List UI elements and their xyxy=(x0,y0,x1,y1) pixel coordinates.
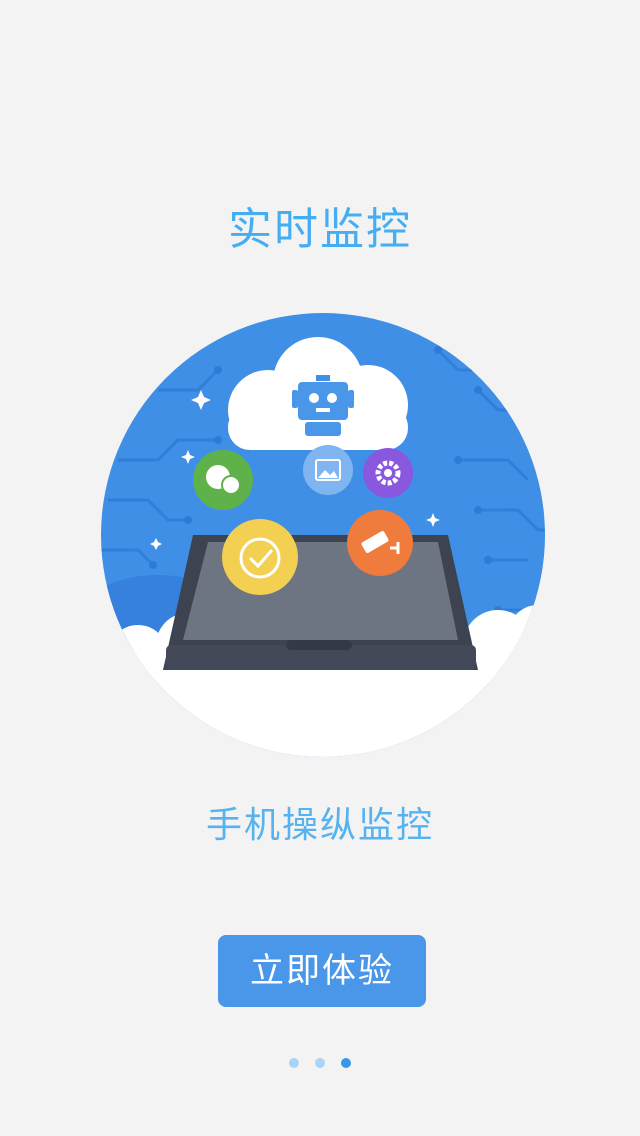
page-dot-1[interactable] xyxy=(289,1058,299,1068)
phone-icon xyxy=(163,535,478,670)
camera-icon xyxy=(347,510,413,576)
monitoring-illustration xyxy=(101,313,545,757)
settings-icon xyxy=(363,448,413,498)
page-title: 实时监控 xyxy=(228,204,412,255)
page-dot-2[interactable] xyxy=(315,1058,325,1068)
chat-icon xyxy=(193,450,253,510)
clock-icon xyxy=(222,519,298,595)
page-indicator xyxy=(0,1058,640,1068)
page-dot-3-active[interactable] xyxy=(341,1058,351,1068)
try-now-button[interactable]: 立即体验 xyxy=(218,935,426,1007)
feature-subtitle: 手机操纵监控 xyxy=(205,805,434,846)
image-icon xyxy=(303,445,353,495)
